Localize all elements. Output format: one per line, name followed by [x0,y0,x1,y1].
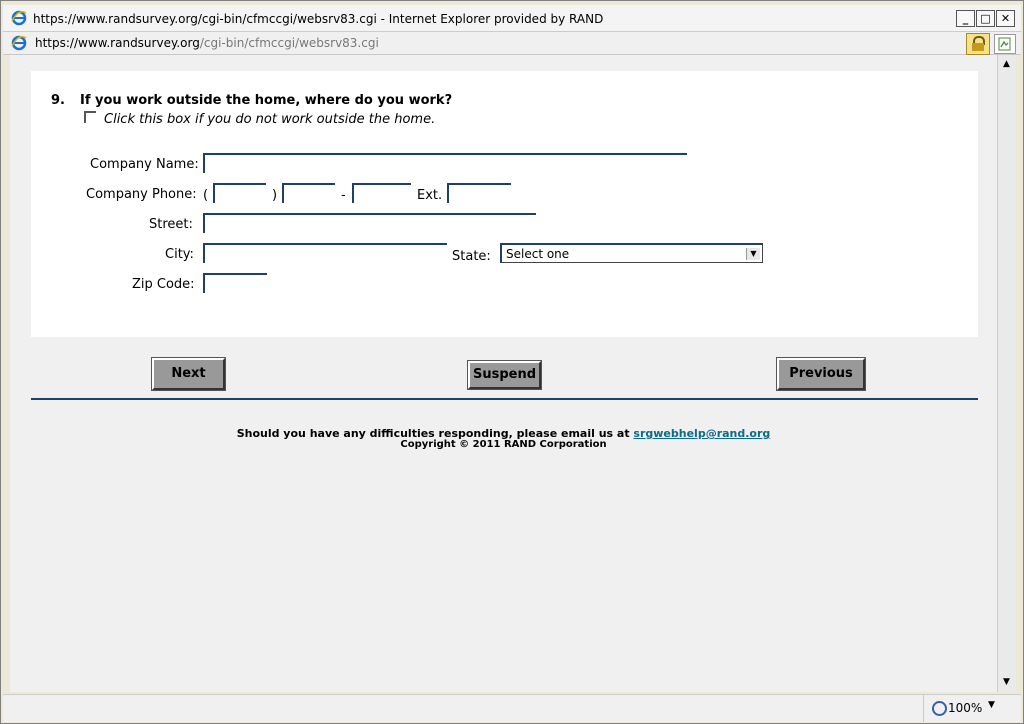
chevron-down-icon[interactable]: ▼ [746,248,760,260]
zoom-icon [932,701,947,716]
suspend-button[interactable]: Suspend [467,360,542,390]
maximize-button[interactable]: □ [976,10,995,27]
state-label: State: [452,249,491,264]
state-select-value: Select one [506,247,570,261]
phone-area-code-input[interactable] [213,183,266,203]
no-work-outside-checkbox[interactable] [84,111,96,123]
ie-logo-icon [11,10,27,26]
vertical-scrollbar[interactable]: ▲ ▼ [997,55,1016,692]
url-host: https://www.randsurvey.org [35,36,200,50]
url-path: /cgi-bin/cfmccgi/websrv83.cgi [199,36,379,50]
compatibility-view-icon[interactable] [994,34,1016,54]
page-icon [11,35,27,51]
lock-icon[interactable] [966,33,990,55]
phone-dash: - [341,188,346,203]
question-panel: 9. If you work outside the home, where d… [31,71,978,337]
company-phone-label: Company Phone: [86,187,197,202]
phone-open-paren: ( [203,188,209,203]
minimize-button[interactable]: _ [956,10,975,27]
status-bar: 100% ▼ [3,694,1021,722]
scroll-up-icon[interactable]: ▲ [998,57,1015,72]
state-select[interactable]: Select one ▼ [500,243,763,263]
phone-prefix-input[interactable] [282,183,335,203]
company-name-label: Company Name: [90,157,199,172]
previous-button[interactable]: Previous [776,357,866,391]
divider [31,398,978,400]
browser-window: https://www.randsurvey.org/cgi-bin/cfmcc… [0,0,1024,724]
address-url[interactable]: https://www.randsurvey.org/cgi-bin/cfmcc… [35,36,379,50]
city-label: City: [165,247,194,262]
close-button[interactable]: ✕ [996,10,1015,27]
address-bar: https://www.randsurvey.org/cgi-bin/cfmcc… [3,32,1021,55]
street-label: Street: [149,217,193,232]
window-title: https://www.randsurvey.org/cgi-bin/cfmcc… [33,12,604,26]
city-input[interactable] [203,243,447,263]
phone-ext-input[interactable] [447,183,511,203]
chevron-down-icon[interactable]: ▼ [988,700,995,710]
zip-code-label: Zip Code: [132,277,195,292]
zoom-control[interactable]: 100% ▼ [923,695,1002,722]
copyright: Copyright © 2011 RAND Corporation [400,439,607,450]
street-input[interactable] [203,213,536,233]
phone-line-input[interactable] [352,183,411,203]
zoom-level: 100% [948,701,983,715]
question-number: 9. [51,93,65,108]
company-name-input[interactable] [203,153,687,173]
zip-code-input[interactable] [203,273,267,293]
title-bar: https://www.randsurvey.org/cgi-bin/cfmcc… [3,5,1021,32]
next-button[interactable]: Next [151,357,226,391]
phone-close-paren: ) [272,188,278,203]
page-content: 9. If you work outside the home, where d… [10,55,997,692]
checkbox-label: Click this box if you do not work outsid… [104,112,436,127]
phone-ext-label: Ext. [417,188,443,203]
question-text: If you work outside the home, where do y… [80,93,453,108]
scroll-down-icon[interactable]: ▼ [998,675,1015,690]
